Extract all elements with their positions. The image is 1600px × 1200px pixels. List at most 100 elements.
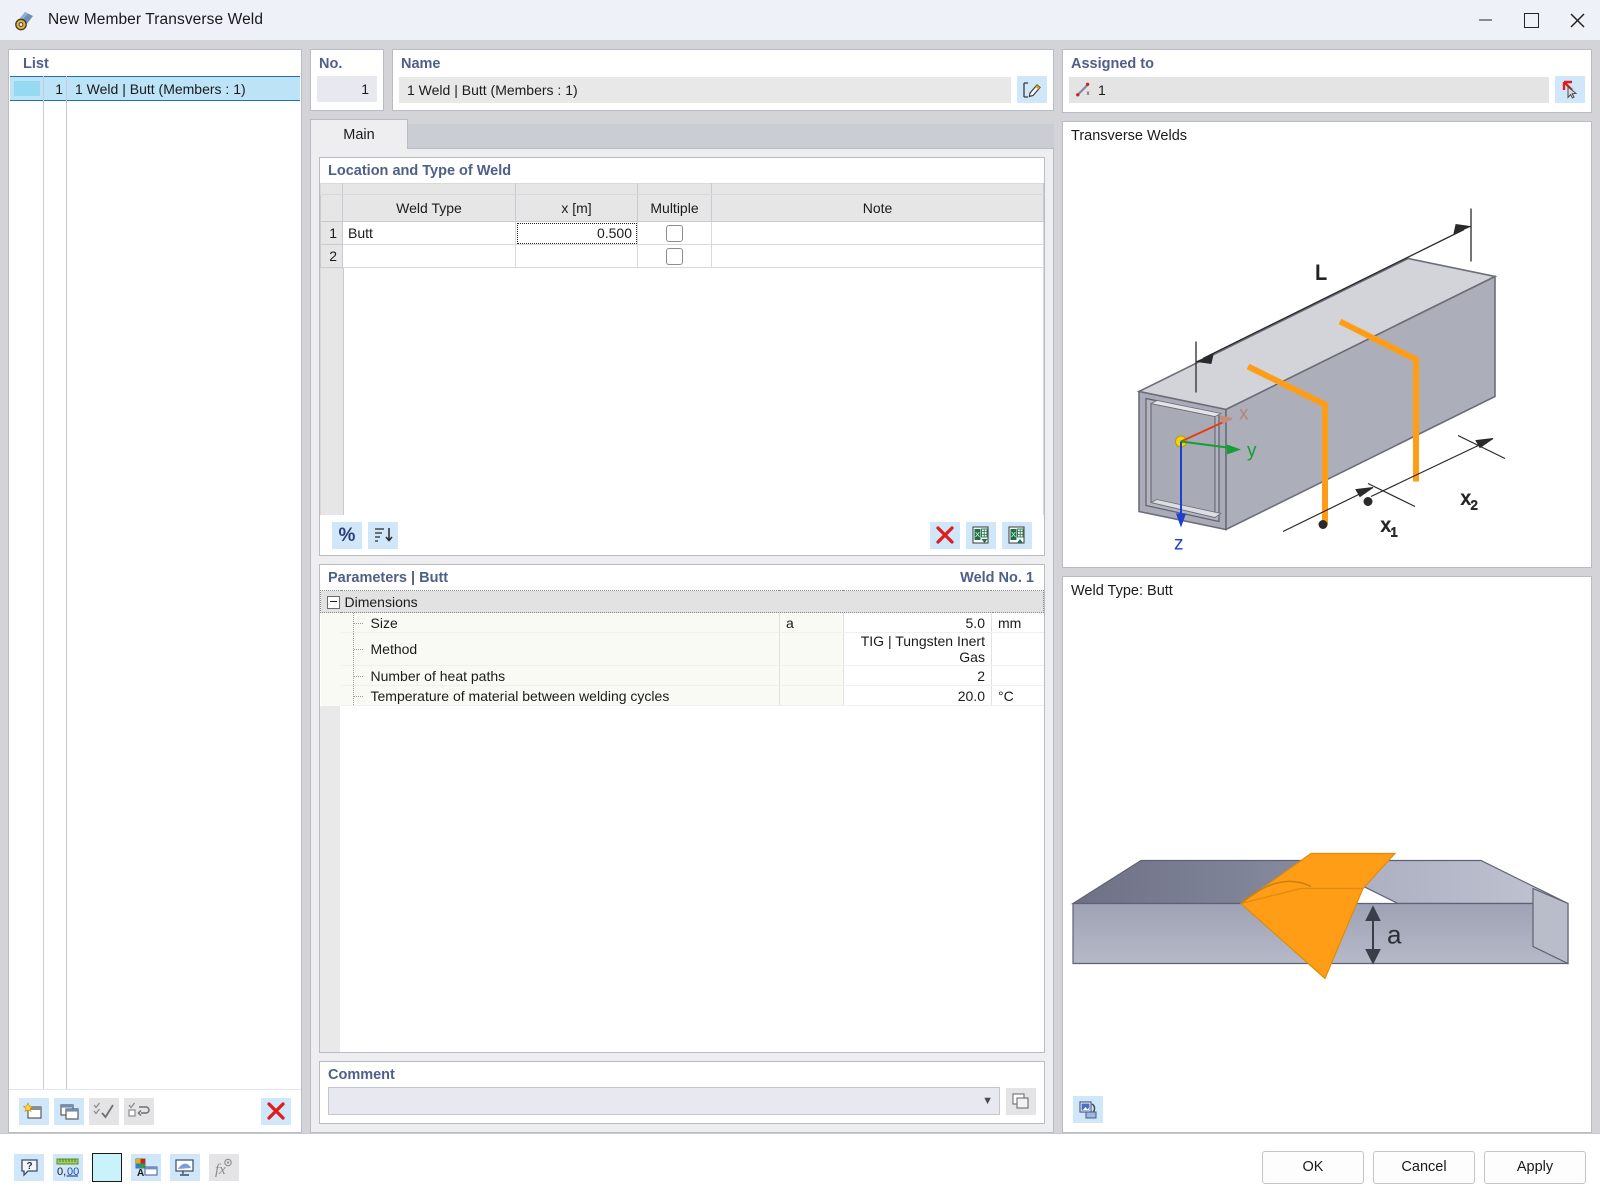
- cell-multiple[interactable]: [637, 244, 712, 268]
- chevron-down-icon[interactable]: ▼: [982, 1095, 993, 1107]
- parameter-row[interactable]: Number of heat paths 2: [320, 665, 1044, 686]
- weld-type-caption: Weld Type: Butt: [1071, 583, 1173, 599]
- axis-label-z: z: [1174, 534, 1184, 555]
- display-properties-icon[interactable]: A: [131, 1153, 161, 1181]
- delete-row-button[interactable]: [930, 521, 960, 549]
- tree-branch: [352, 686, 364, 705]
- minimize-icon[interactable]: [1462, 0, 1508, 40]
- ok-button[interactable]: OK: [1262, 1150, 1364, 1184]
- parameter-value[interactable]: 5.0: [842, 612, 992, 633]
- parameter-group-label: Dimensions: [340, 590, 1044, 613]
- label-x1: x1: [1381, 516, 1398, 540]
- comment-section: Comment ▼: [319, 1061, 1045, 1124]
- comment-input[interactable]: ▼: [328, 1087, 1000, 1115]
- close-icon[interactable]: [1554, 0, 1600, 40]
- list-column-separator-1: [43, 76, 44, 1089]
- transverse-welds-canvas[interactable]: L x1 x2 x y z: [1063, 146, 1591, 567]
- cell-x[interactable]: 0.500: [515, 221, 638, 245]
- parameter-symbol: [778, 685, 844, 706]
- multiple-checkbox[interactable]: [666, 224, 683, 242]
- invert-selection-button[interactable]: [124, 1097, 154, 1125]
- svg-text:fx: fx: [215, 1162, 226, 1178]
- new-item-button[interactable]: [19, 1097, 49, 1125]
- svg-text:0,: 0,: [57, 1166, 66, 1178]
- list-column: List 1 1 Weld | Butt (Members : 1): [8, 49, 302, 1133]
- parameters-section: Parameters | Butt Weld No. 1 Dimensions: [319, 564, 1045, 1053]
- svg-text:?: ?: [26, 1161, 32, 1172]
- table-row[interactable]: 2: [320, 244, 1044, 268]
- parameter-value[interactable]: 20.0: [842, 685, 992, 706]
- parameter-symbol: a: [778, 612, 844, 633]
- parameter-row[interactable]: Temperature of material between welding …: [320, 685, 1044, 706]
- comment-label: Comment: [328, 1067, 395, 1083]
- cell-multiple[interactable]: [637, 221, 712, 245]
- parameter-group-row[interactable]: Dimensions: [320, 590, 1044, 613]
- location-section-header: Location and Type of Weld: [320, 158, 1044, 183]
- assigned-input[interactable]: x 1: [1069, 76, 1549, 103]
- parameter-unit: [990, 665, 1044, 686]
- location-section: Location and Type of Weld Weld Type x [m…: [319, 157, 1045, 556]
- excel-export-icon[interactable]: X: [1002, 521, 1032, 549]
- help-bubble-icon[interactable]: ?: [14, 1153, 44, 1181]
- list-item[interactable]: 1 1 Weld | Butt (Members : 1): [10, 76, 300, 101]
- parameter-value[interactable]: TIG | Tungsten Inert Gas: [842, 632, 992, 666]
- color-swatch-button[interactable]: [92, 1152, 122, 1182]
- list-item-number: 1: [55, 80, 63, 97]
- window-title: New Member Transverse Weld: [48, 11, 264, 28]
- units-ruler-icon[interactable]: 0, 00: [53, 1153, 83, 1181]
- svg-text:A: A: [137, 1168, 144, 1179]
- parameter-row[interactable]: Size a 5.0 mm: [320, 612, 1044, 633]
- weld-number-label: Weld No. 1: [960, 570, 1034, 586]
- location-section-title: Location and Type of Weld: [328, 163, 512, 179]
- table-header-row: Weld Type x [m] Multiple Note: [320, 194, 1044, 222]
- formula-fx-icon[interactable]: fx: [209, 1153, 239, 1181]
- tree-branch: [352, 613, 364, 632]
- col-rownum: [320, 194, 343, 222]
- parameter-value[interactable]: 2: [842, 665, 992, 686]
- assigned-panel: Assigned to x 1: [1062, 49, 1592, 113]
- select-all-button[interactable]: [89, 1097, 119, 1125]
- copy-comment-icon[interactable]: [1006, 1087, 1036, 1115]
- title-bar: New Member Transverse Weld: [0, 0, 1600, 41]
- beam-3d: [1136, 257, 1498, 531]
- tab-main[interactable]: Main: [310, 119, 408, 149]
- no-value[interactable]: 1: [317, 76, 377, 102]
- cell-note[interactable]: [711, 221, 1044, 245]
- cancel-button[interactable]: Cancel: [1373, 1150, 1475, 1184]
- name-input[interactable]: 1 Weld | Butt (Members : 1): [399, 76, 1011, 103]
- parameter-name: Number of heat paths: [370, 667, 506, 684]
- col-weld-type: Weld Type: [342, 194, 516, 222]
- collapse-icon[interactable]: [327, 596, 340, 610]
- cell-weld-type[interactable]: [342, 244, 516, 268]
- col-x: x [m]: [515, 194, 638, 222]
- image-settings-icon[interactable]: [1073, 1095, 1103, 1123]
- no-label: No.: [319, 56, 343, 72]
- table-row[interactable]: 1 Butt 0.500: [320, 221, 1044, 245]
- tab-bar: Main: [310, 119, 1054, 149]
- maximize-icon[interactable]: [1508, 0, 1554, 40]
- parameter-row[interactable]: Method TIG | Tungsten Inert Gas: [320, 632, 1044, 666]
- no-panel: No. 1: [310, 49, 384, 111]
- sort-descending-icon[interactable]: [368, 521, 398, 549]
- weld-type-canvas[interactable]: a: [1063, 601, 1591, 1086]
- axis-label-x: x: [1239, 404, 1249, 425]
- view-settings-icon[interactable]: [170, 1153, 200, 1181]
- parameter-name: Method: [370, 641, 418, 657]
- label-x2: x2: [1461, 489, 1478, 513]
- pick-delete-icon[interactable]: [1555, 76, 1585, 103]
- percent-icon[interactable]: %: [332, 521, 362, 549]
- copy-item-button[interactable]: [54, 1097, 84, 1125]
- apply-button[interactable]: Apply: [1484, 1150, 1586, 1184]
- dialog-footer: ? 0, 00 A fx OK Cancel Apply: [0, 1133, 1600, 1200]
- axis-label-y: y: [1247, 441, 1257, 462]
- cell-note[interactable]: [711, 244, 1044, 268]
- excel-import-icon[interactable]: X: [966, 521, 996, 549]
- parameter-name: Size: [370, 614, 398, 631]
- dialog-window: New Member Transverse Weld List 1 1 Weld…: [0, 0, 1600, 1200]
- weld-type-graphic-panel: Weld Type: Butt a: [1062, 576, 1592, 1133]
- edit-pencil-icon[interactable]: [1017, 76, 1047, 103]
- delete-item-button[interactable]: [261, 1097, 291, 1125]
- multiple-checkbox[interactable]: [666, 247, 683, 265]
- cell-weld-type[interactable]: Butt: [342, 221, 516, 245]
- cell-x[interactable]: [515, 244, 638, 268]
